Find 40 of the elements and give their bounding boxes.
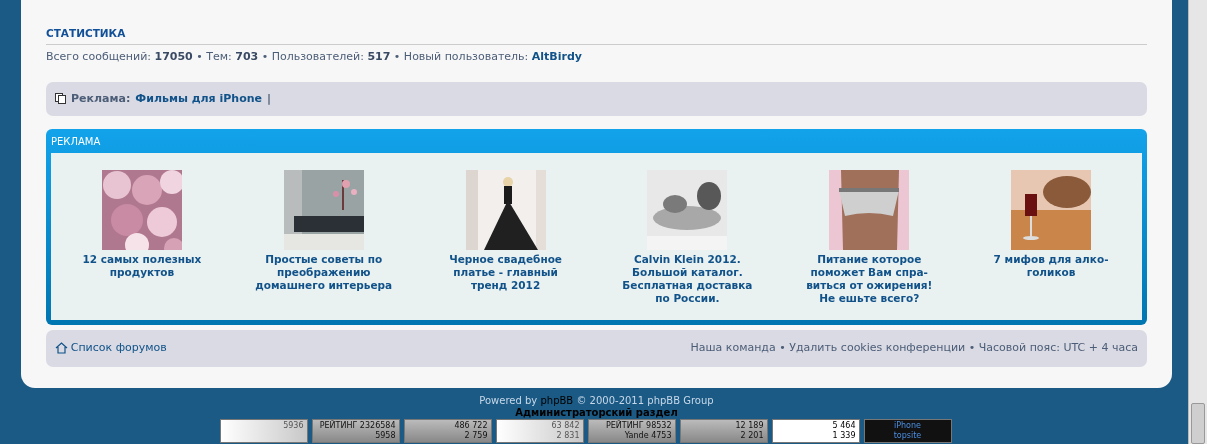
counter-badge[interactable]: iPhone topsite: [863, 419, 952, 443]
ad-link[interactable]: 12 самых полезных продуктов: [82, 252, 202, 279]
stat-label: Тем:: [206, 49, 232, 63]
stat-value: 703: [235, 49, 259, 63]
ad-link[interactable]: 7 мифов для алко- голиков: [993, 252, 1109, 279]
bullet-separator: •: [779, 341, 786, 354]
counter-badge[interactable]: 5 464 1 339: [771, 419, 860, 443]
counter-badge[interactable]: РЕЙТИНГ 98532 Yande 4753: [587, 419, 676, 443]
bullet-separator: •: [968, 341, 976, 354]
counter-badge[interactable]: 63 842 2 831: [495, 419, 584, 443]
counter-badge[interactable]: 5936: [219, 419, 308, 443]
ad-link[interactable]: Calvin Klein 2012. Большой каталог. Бесплатная доставка по России.: [622, 252, 753, 305]
footer-link[interactable]: Удалить cookies конференции: [789, 341, 966, 354]
sponsor-link[interactable]: Фильмы для iPhone: [135, 90, 263, 107]
home-icon: [55, 342, 68, 355]
stat-label: Новый пользователь:: [403, 49, 529, 63]
powered-by-text: Powered by phpBB © 2000-2011 phpBB Group: [479, 395, 714, 406]
pages-icon: [55, 93, 66, 105]
forum-index-link[interactable]: Список форумов: [55, 340, 167, 357]
scrollbar-thumb[interactable]: [1191, 403, 1205, 444]
ad-link[interactable]: Черное свадебное платье - главный тренд 2012: [449, 252, 562, 292]
section-heading: СТАТИСТИКА: [46, 26, 1147, 45]
panel-title: РЕКЛАМА: [51, 134, 102, 149]
user-link[interactable]: AltBirdy: [531, 49, 582, 63]
counter-badge[interactable]: РЕЙТИНГ 2326584 5958: [311, 419, 400, 443]
stat-value: 17050: [154, 49, 193, 63]
counter-badge[interactable]: 486 722 2 759: [403, 419, 492, 443]
bullet-separator: •: [196, 49, 203, 63]
stat-label: Всего сообщений:: [46, 49, 151, 63]
separator-text: |: [267, 90, 272, 107]
stat-value: 517: [367, 49, 391, 63]
footer-link[interactable]: Наша команда: [690, 341, 776, 354]
sponsor-label: Реклама:: [71, 90, 131, 107]
counter-badge[interactable]: 12 189 2 201: [679, 419, 768, 443]
ad-link[interactable]: Питание которое поможет Вам спра- виться от ожирения! Не ешьте всего?: [806, 252, 933, 305]
stat-label: Пользователей:: [271, 49, 364, 63]
bullet-separator: •: [393, 49, 401, 63]
ad-link[interactable]: Простые советы по преображению домашнего интерьера: [255, 252, 393, 292]
bullet-separator: •: [261, 49, 269, 63]
timezone-text: Часовой пояс: UTC + 4 часа: [978, 341, 1138, 354]
